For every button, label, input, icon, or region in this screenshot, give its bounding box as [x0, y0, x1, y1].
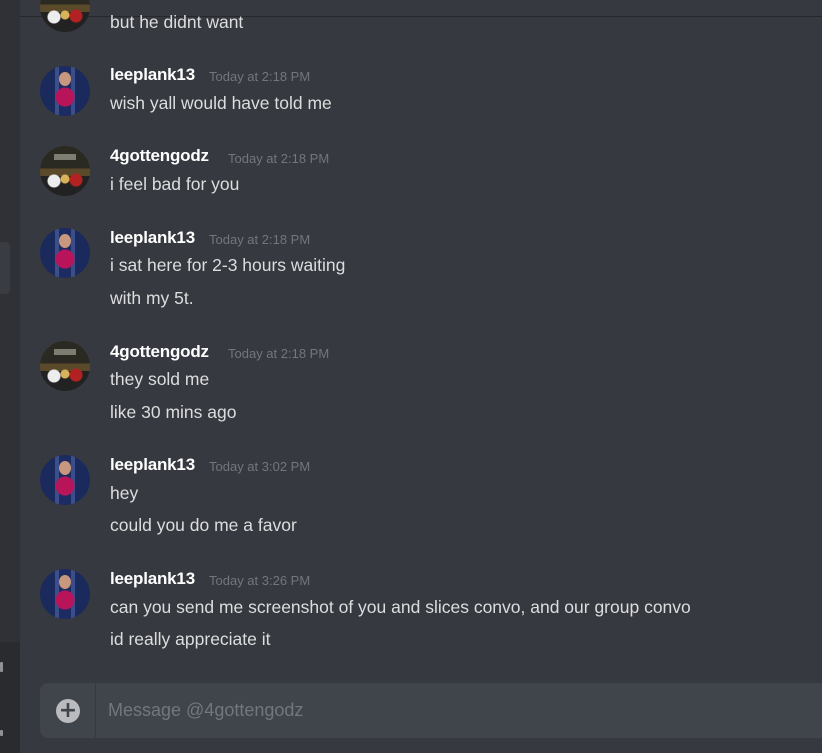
username[interactable]: leeplank13: [110, 569, 195, 589]
username[interactable]: leeplank13: [110, 228, 195, 248]
panel-icon[interactable]: [0, 662, 3, 672]
username[interactable]: leeplank13: [110, 455, 195, 475]
message-text: with my 5t.: [110, 288, 194, 308]
message-text: could you do me a favor: [110, 515, 297, 535]
avatar[interactable]: [40, 455, 90, 505]
message-timestamp: Today at 2:18 PM: [209, 232, 311, 247]
composer-divider: [95, 683, 96, 738]
message-timestamp: Today at 3:02 PM: [209, 459, 311, 474]
message-text: can you send me screenshot of you and sl…: [110, 597, 691, 617]
message-text: i feel bad for you: [110, 174, 240, 194]
message-text: id really appreciate it: [110, 629, 271, 649]
message-text: like 30 mins ago: [110, 402, 237, 422]
username[interactable]: leeplank13: [110, 65, 195, 85]
selected-channel-indicator[interactable]: [0, 242, 10, 294]
message-composer: +: [40, 683, 822, 738]
plus-circle-icon[interactable]: +: [56, 699, 80, 723]
channel-sidebar: [0, 0, 20, 753]
avatar[interactable]: [40, 341, 90, 391]
message-text: hey: [110, 483, 139, 503]
message-timestamp: Today at 2:18 PM: [228, 346, 330, 361]
avatar[interactable]: [40, 569, 90, 619]
message-input[interactable]: [108, 683, 808, 738]
avatar[interactable]: [40, 228, 90, 278]
message-timestamp: Today at 3:26 PM: [209, 573, 311, 588]
username[interactable]: 4gottengodz: [110, 146, 209, 166]
avatar[interactable]: [40, 146, 90, 196]
avatar[interactable]: [40, 0, 90, 32]
message-text: but he didnt want: [110, 12, 244, 32]
avatar[interactable]: [40, 66, 90, 116]
username[interactable]: 4gottengodz: [110, 342, 209, 362]
message-timestamp: Today at 2:18 PM: [228, 151, 330, 166]
message-text: i sat here for 2-3 hours waiting: [110, 255, 346, 275]
message-text: they sold me: [110, 369, 210, 389]
message-timestamp: Today at 2:18 PM: [209, 69, 311, 84]
panel-icon[interactable]: [0, 730, 3, 736]
user-panel: [0, 642, 20, 753]
message-text: wish yall would have told me: [110, 93, 332, 113]
